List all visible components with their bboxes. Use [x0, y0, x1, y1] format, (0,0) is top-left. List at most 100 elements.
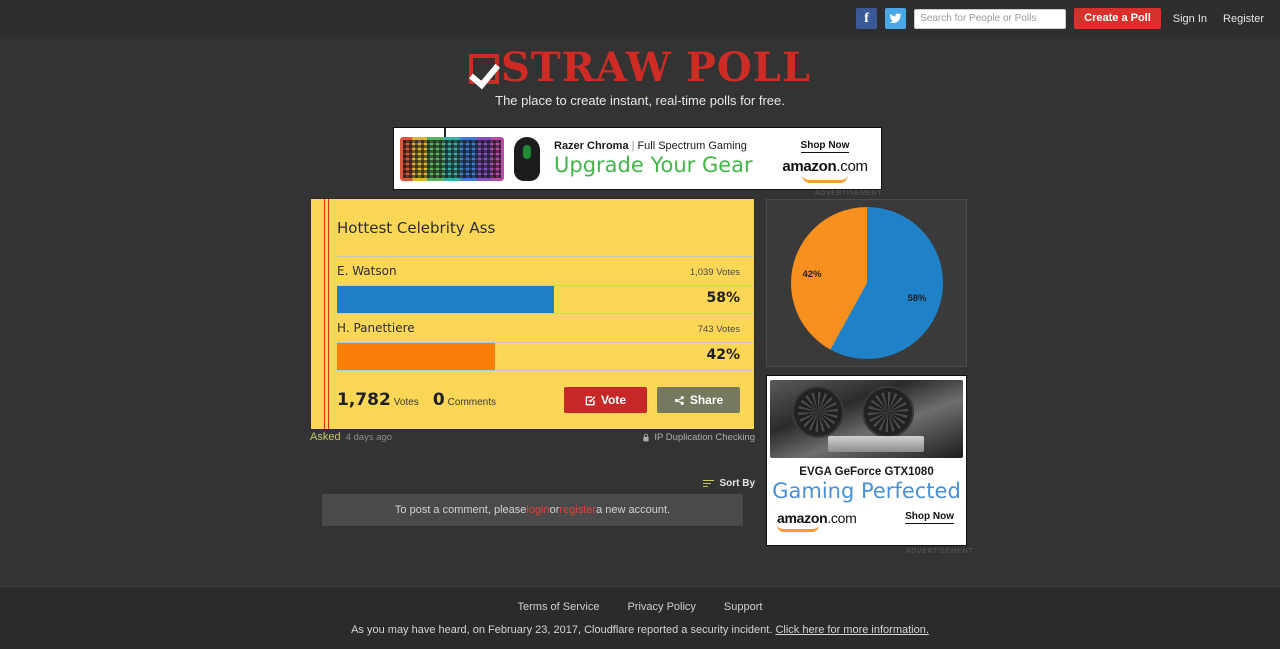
lock-icon — [643, 433, 649, 441]
top-advertisement[interactable]: Razer Chroma | Full Spectrum Gaming Upgrad… — [393, 127, 882, 190]
top-ad-label: ADVERTISEMENT — [815, 190, 883, 197]
comments-number: 0 — [432, 390, 445, 410]
cloudflare-more-info-link[interactable]: Click here for more information. — [775, 624, 928, 636]
facebook-glyph: f — [864, 10, 869, 26]
ad-cta[interactable]: Shop Now amazon.com — [777, 135, 873, 183]
checkbox-icon — [468, 54, 499, 84]
option-percent: 42% — [706, 347, 740, 363]
total-votes-label: Votes — [393, 397, 419, 408]
gpu-plate — [828, 436, 924, 452]
sort-by-label: Sort By — [719, 478, 755, 489]
comments-label: Comments — [447, 397, 497, 408]
poll-option-row[interactable]: E. Watson 1,039 Votes — [337, 257, 754, 285]
twitter-icon[interactable] — [885, 8, 907, 29]
amazon-logo-text: amazon.com — [777, 510, 857, 526]
option-bar-track: 42% — [337, 343, 754, 370]
cloudflare-notice-text: As you may have heard, on February 23, 2… — [351, 623, 776, 636]
graphics-card-image — [770, 380, 963, 458]
page-root: f Create a Poll Sign In Register Straw P… — [0, 0, 1280, 649]
shop-now-link[interactable]: Shop Now — [800, 140, 850, 153]
keyboard-image — [400, 128, 504, 181]
pie-label-orange: 42% — [802, 269, 822, 280]
register-link-comment[interactable]: register — [559, 504, 596, 516]
poll-option-row[interactable]: H. Panettiere 743 Votes — [337, 314, 754, 342]
prompt-prefix: To post a comment, please — [394, 504, 527, 516]
option-percent: 58% — [706, 290, 740, 306]
ad-subtitle: Full Spectrum Gaming — [637, 140, 747, 152]
side-ad-label: ADVERTISEMENT — [906, 548, 974, 555]
amazon-tld: .com — [836, 157, 868, 175]
option-label: E. Watson — [337, 264, 397, 278]
poll-counts: 1,782 Votes 0 Comments — [337, 390, 496, 410]
facebook-icon[interactable]: f — [856, 8, 878, 29]
pie-label-blue: 58% — [907, 293, 927, 304]
option-label: H. Panettiere — [337, 321, 415, 335]
option-bar-track: 58% — [337, 286, 754, 313]
footer-links: Terms of Service Privacy Policy Support — [518, 601, 763, 613]
sort-by-control[interactable]: Sort By — [310, 478, 755, 489]
poll-card: Hottest Celebrity Ass E. Watson 1,039 Vo… — [310, 198, 755, 430]
share-button-label: Share — [689, 393, 724, 407]
poll-actions: Vote Share — [564, 387, 740, 413]
cloudflare-notice: As you may have heard, on February 23, 2… — [351, 624, 929, 636]
side-ad-headline: Gaming Perfected — [772, 479, 961, 503]
footer-link-privacy[interactable]: Privacy Policy — [627, 601, 695, 613]
site-logo[interactable]: Straw Poll The place to create instant, … — [0, 48, 1280, 108]
poll-body: Hottest Celebrity Ass E. Watson 1,039 Vo… — [311, 199, 754, 429]
footer-link-terms[interactable]: Terms of Service — [518, 601, 600, 613]
side-ad-product: EVGA GeForce GTX1080 — [799, 466, 934, 478]
ip-duplication-status: IP Duplication Checking — [642, 432, 755, 443]
top-nav: f Create a Poll Sign In Register — [856, 8, 1268, 29]
prompt-suffix: a new account. — [596, 504, 671, 516]
fan-icon — [792, 386, 844, 438]
vote-button[interactable]: Vote — [564, 387, 647, 413]
results-pie-chart: 58% 42% — [790, 207, 943, 359]
vote-button-label: Vote — [600, 393, 627, 407]
total-votes-number: 1,782 — [337, 390, 391, 410]
register-link[interactable]: Register — [1219, 13, 1268, 25]
logo-tagline: The place to create instant, real-time p… — [495, 93, 785, 108]
sign-in-link[interactable]: Sign In — [1169, 13, 1211, 25]
logo-row: Straw Poll — [468, 44, 812, 91]
comment-login-prompt: To post a comment, please login or regis… — [322, 494, 743, 526]
logo-word-straw: Straw — [500, 44, 672, 91]
amazon-word: amazon — [782, 157, 837, 175]
amazon-smile-icon — [802, 175, 848, 183]
amazon-word-side: amazon — [777, 510, 828, 526]
fan-icon — [862, 386, 914, 438]
check-box-icon — [585, 395, 596, 405]
footer-link-support[interactable]: Support — [724, 601, 763, 613]
prompt-middle: or — [549, 504, 560, 516]
login-link[interactable]: login — [526, 504, 549, 516]
amazon-logo: amazon.com — [777, 158, 873, 175]
search-input[interactable] — [914, 8, 1067, 29]
ip-duplication-label: IP Duplication Checking — [654, 431, 755, 443]
ad-subline: Razer Chroma | Full Spectrum Gaming — [554, 140, 777, 152]
asked-info: Asked 4 days ago — [310, 431, 392, 443]
share-button[interactable]: Share — [657, 387, 740, 413]
comments-count: 0 Comments — [433, 390, 496, 410]
poll-title: Hottest Celebrity Ass — [337, 219, 496, 237]
ad-copy: Razer Chroma | Full Spectrum Gaming Upgrad… — [554, 140, 777, 177]
side-shop-now-link[interactable]: Shop Now — [905, 511, 954, 524]
top-bar: f Create a Poll Sign In Register — [0, 0, 1280, 37]
twitter-bird-glyph — [889, 13, 902, 24]
amazon-tld-side: .com — [827, 510, 857, 526]
sidebar-advertisement[interactable]: EVGA GeForce GTX1080 Gaming Perfected am… — [766, 375, 967, 546]
total-votes: 1,782 Votes — [337, 390, 419, 410]
ad-headline: Upgrade Your Gear — [554, 153, 753, 177]
share-icon — [674, 395, 684, 405]
asked-when: 4 days ago — [345, 432, 393, 443]
results-pie-panel: 58% 42% — [766, 199, 967, 367]
site-footer: Terms of Service Privacy Policy Support … — [0, 586, 1280, 649]
poll-footer: 1,782 Votes 0 Comments Vote Share — [337, 371, 754, 429]
create-poll-button[interactable]: Create a Poll — [1074, 8, 1161, 29]
sort-icon — [703, 479, 715, 488]
asked-label: Asked — [310, 431, 341, 443]
side-ad-footer: amazon.com Shop Now — [767, 503, 966, 532]
mouse-image — [514, 136, 540, 181]
amazon-logo-side: amazon.com — [777, 510, 857, 532]
poll-meta: Asked 4 days ago IP Duplication Checking — [310, 431, 755, 443]
ad-brand: Razer Chroma — [554, 140, 629, 152]
logo-word-poll: Poll — [685, 44, 812, 91]
